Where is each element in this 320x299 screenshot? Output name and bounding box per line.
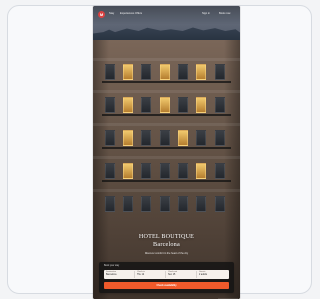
check-out-field[interactable]: Check-out Sun 15 <box>166 271 197 278</box>
facade-cornice <box>93 58 240 61</box>
window <box>215 196 225 212</box>
destination-value: Barcelona <box>106 274 117 276</box>
guests-label: Guests <box>199 271 206 273</box>
window <box>105 64 115 80</box>
window <box>196 130 206 146</box>
window <box>105 163 115 179</box>
window-light <box>123 64 133 80</box>
window <box>160 130 170 146</box>
hero-title-main: Hotel Boutique <box>138 234 195 240</box>
facade-cornice <box>93 90 240 93</box>
window <box>215 163 225 179</box>
top-navigation <box>93 6 240 24</box>
booking-panel: Book your stay Destination Barcelona Che… <box>99 262 234 293</box>
window <box>141 97 151 113</box>
destination-label: Destination <box>106 271 117 273</box>
check-in-value: Thu 12 <box>137 274 145 276</box>
window-light <box>123 130 133 146</box>
window-light <box>196 163 206 179</box>
check-availability-button[interactable]: Check availability <box>104 282 229 289</box>
facade-shadow-right <box>224 40 240 299</box>
nav-experiences[interactable]: Experiences <box>120 12 134 15</box>
window-light <box>160 97 170 113</box>
check-in-field[interactable]: Check-in Thu 12 <box>135 271 166 278</box>
window <box>215 130 225 146</box>
window-light <box>123 97 133 113</box>
page-canvas: M Stay Experiences Offers Sign in Book n… <box>0 0 319 299</box>
window <box>141 64 151 80</box>
balcony-rail <box>102 180 231 182</box>
balcony-rail <box>102 114 231 116</box>
sign-in-link[interactable]: Sign in <box>202 12 210 15</box>
hero-subtitle: Discover comfort in the heart of the cit… <box>144 252 189 255</box>
window-light <box>178 130 188 146</box>
check-in-label: Check-in <box>137 271 145 273</box>
window <box>215 64 225 80</box>
facade-cornice <box>93 156 240 159</box>
window <box>105 130 115 146</box>
window-light <box>196 97 206 113</box>
nav-stay[interactable]: Stay <box>109 12 114 15</box>
window-light <box>160 64 170 80</box>
guests-value: 2 adults <box>199 274 208 276</box>
facade-cornice <box>93 189 240 192</box>
balcony-rail <box>102 147 231 149</box>
window <box>160 196 170 212</box>
nav-offers[interactable]: Offers <box>135 12 142 15</box>
window-light <box>196 64 206 80</box>
balcony-rail <box>102 81 231 83</box>
hero-title: Hotel Boutique Barcelona <box>102 234 231 248</box>
booking-label: Book your stay <box>104 265 120 267</box>
check-out-value: Sun 15 <box>168 274 176 276</box>
window <box>141 196 151 212</box>
guests-field[interactable]: Guests 2 adults <box>197 271 229 278</box>
window <box>123 196 133 212</box>
window <box>141 163 151 179</box>
brand-logo[interactable]: M <box>98 11 105 18</box>
facade-cornice <box>93 123 240 126</box>
window <box>215 97 225 113</box>
window <box>141 130 151 146</box>
hero-city: Barcelona <box>153 240 180 248</box>
window <box>178 163 188 179</box>
window <box>178 64 188 80</box>
book-now-link[interactable]: Book now <box>219 12 230 15</box>
window <box>105 97 115 113</box>
window <box>196 196 206 212</box>
window-light <box>123 163 133 179</box>
check-out-label: Check-out <box>168 271 178 273</box>
window <box>160 163 170 179</box>
mobile-page-preview: M Stay Experiences Offers Sign in Book n… <box>93 6 240 299</box>
window <box>105 196 115 212</box>
destination-field[interactable]: Destination Barcelona <box>104 271 135 278</box>
booking-fields: Destination Barcelona Check-in Thu 12 Ch… <box>104 270 229 279</box>
window <box>178 196 188 212</box>
window <box>178 97 188 113</box>
